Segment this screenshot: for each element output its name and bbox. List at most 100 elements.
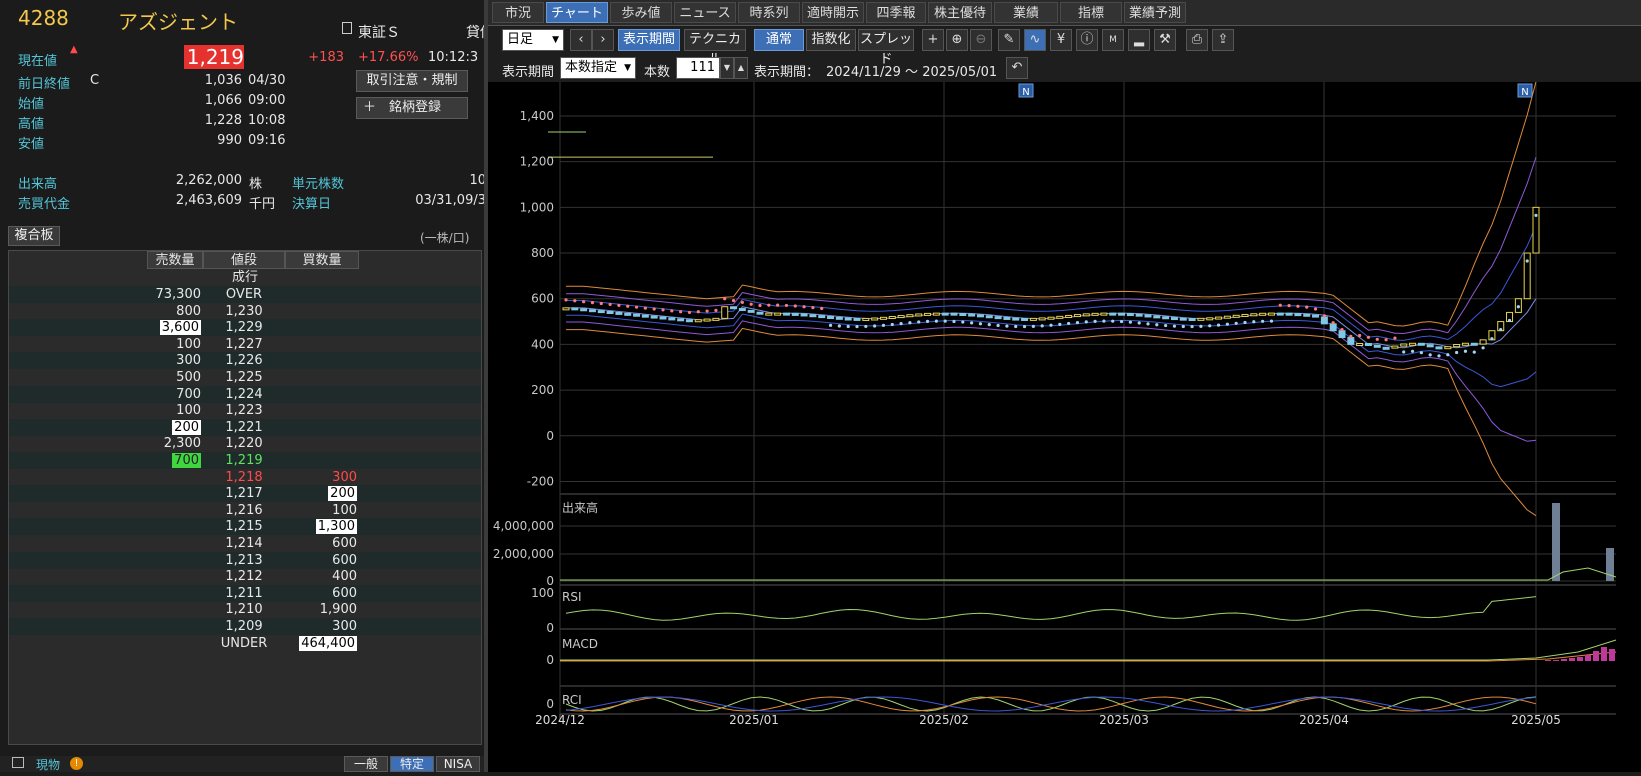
board-row[interactable]: 3,600 1,229	[9, 319, 481, 337]
board-row[interactable]: 100 1,223	[9, 402, 481, 419]
settings-wrench-icon[interactable]: ⚒	[1154, 29, 1176, 51]
board-row[interactable]: 73,300 OVER	[9, 286, 481, 303]
trade-caution-button[interactable]: 取引注意・規制	[356, 70, 468, 92]
parabolic-dot	[1190, 324, 1194, 329]
board-row[interactable]: UNDER 464,400	[9, 635, 481, 652]
technical-button[interactable]: テクニカル	[684, 29, 746, 67]
parabolic-dot	[1119, 319, 1124, 324]
chart-area[interactable]: 1,400 1,200 1,000 800 600 400 200 0 -200 2024/12 2…	[488, 81, 1641, 772]
board-buy-qty-value: 600	[332, 585, 357, 601]
tab-6[interactable]: 四季報	[866, 2, 926, 23]
board-row[interactable]: 1,213 600	[9, 551, 481, 569]
board-price-value: 1,225	[225, 370, 263, 385]
candle	[1232, 314, 1240, 318]
parabolic-dot	[1402, 350, 1406, 354]
pencil-icon[interactable]: ✎	[998, 29, 1020, 51]
candle	[659, 316, 667, 320]
volume-value: 2,262,000	[175, 173, 242, 188]
candle	[782, 312, 790, 316]
parabolic-dot	[626, 304, 630, 308]
board-row[interactable]: 100 1,227	[9, 336, 481, 353]
document-icon[interactable]	[342, 22, 352, 34]
board-row[interactable]: 300 1,226	[9, 352, 481, 370]
zoom-out-icon[interactable]: ⊖	[970, 29, 992, 51]
tab-9[interactable]: 指標	[1060, 2, 1122, 23]
board-row[interactable]: 1,212 400	[9, 568, 481, 585]
parabolic-dot	[934, 319, 938, 323]
candle	[941, 312, 949, 316]
board-row[interactable]: 1,209 300	[9, 618, 481, 635]
tab-7[interactable]: 株主優待	[928, 2, 992, 23]
board-title-button[interactable]: 複合板	[8, 226, 60, 246]
board-price: 1,211	[203, 585, 285, 602]
tab-1[interactable]: チャート	[546, 2, 608, 23]
parabolic-dot	[714, 308, 718, 312]
display-period-button[interactable]: 表示期間	[618, 29, 680, 51]
parabolic-dot	[952, 319, 956, 324]
yen-icon[interactable]: ¥	[1050, 29, 1072, 51]
board-price: 1,217	[203, 485, 285, 502]
index-button[interactable]: 指数化	[806, 29, 856, 51]
warning-icon[interactable]: !	[70, 757, 83, 770]
tab-nisa[interactable]: NISA	[436, 756, 480, 772]
board-buy-qty-value: 1,300	[315, 519, 357, 535]
tab-general[interactable]: 一般	[344, 756, 388, 772]
candle	[1206, 317, 1214, 321]
spread-button[interactable]: スプレッド	[858, 29, 914, 67]
board-row[interactable]: 1,215 1,300	[9, 518, 481, 536]
board-row[interactable]: 1,211 600	[9, 584, 481, 602]
candle	[1170, 317, 1178, 321]
range-select[interactable]: 本数指定 ▼	[560, 57, 636, 79]
parabolic-dot	[643, 306, 647, 310]
tab-5[interactable]: 適時開示	[802, 2, 864, 23]
board-row[interactable]: 800 1,230	[9, 303, 481, 320]
register-symbol-button[interactable]: ＋ 銘柄登録	[356, 97, 468, 119]
board-buy-qty	[285, 336, 357, 353]
bollinger-band-line	[566, 81, 1537, 327]
board-row[interactable]: 1,218 300	[9, 469, 481, 486]
order-board: 売数量 値段 買数量 成行 73,300 OVER 800 1,230 3,600 1,2…	[8, 250, 482, 745]
next-arrow-icon[interactable]: ›	[592, 29, 614, 51]
count-input[interactable]: 111	[676, 57, 720, 79]
board-sell-qty	[145, 518, 201, 535]
tab-2[interactable]: 歩み値	[610, 2, 672, 23]
line-chart-icon[interactable]: ∿	[1024, 29, 1046, 51]
parabolic-dot	[1534, 213, 1538, 217]
board-row[interactable]: 700 1,219	[9, 452, 481, 469]
board-row[interactable]: 1,217 200	[9, 485, 481, 503]
reset-icon[interactable]: ↶	[1006, 57, 1028, 79]
print-icon[interactable]: ⎙	[1186, 29, 1208, 51]
zoom-in-icon[interactable]: ⊕	[946, 29, 968, 51]
board-row[interactable]: 500 1,225	[9, 369, 481, 386]
candle	[703, 318, 711, 322]
crosshair-icon[interactable]: +	[922, 29, 944, 51]
my-chart-icon[interactable]: M	[1102, 29, 1124, 51]
volume-profile-icon[interactable]: ▂	[1128, 29, 1150, 51]
tab-8[interactable]: 業績	[994, 2, 1058, 23]
board-row[interactable]: 200 1,221	[9, 418, 481, 436]
normal-button[interactable]: 通常	[754, 29, 804, 51]
board-row[interactable]: 2,300 1,220	[9, 435, 481, 452]
tab-specific[interactable]: 特定	[390, 756, 434, 772]
board-row[interactable]: 700 1,224	[9, 385, 481, 403]
board-price-value: 1,224	[225, 386, 263, 402]
board-buy-qty-value: 400	[332, 569, 357, 585]
prev-arrow-icon[interactable]: ‹	[570, 29, 592, 51]
export-icon[interactable]: ⇪	[1212, 29, 1234, 51]
window-icon[interactable]	[12, 757, 24, 768]
tab-4[interactable]: 時系列	[738, 2, 800, 23]
tab-0[interactable]: 市況	[492, 2, 544, 23]
board-market-order: 成行	[231, 270, 258, 285]
tab-10[interactable]: 業績予測	[1124, 2, 1186, 23]
price-chart[interactable]: 1,400 1,200 1,000 800 600 400 200 0 -200 2024/12 2…	[488, 81, 1641, 772]
board-row[interactable]: 1,210 1,900	[9, 601, 481, 618]
count-up-icon[interactable]: ▲	[734, 57, 748, 79]
board-row[interactable]: 1,216 100	[9, 502, 481, 519]
info-icon[interactable]: ⓘ	[1076, 29, 1098, 51]
board-row[interactable]: 1,214 600	[9, 535, 481, 552]
parabolic-dot	[1243, 320, 1247, 325]
board-sell-qty	[145, 618, 201, 635]
period-select[interactable]: 日足 ▼	[502, 29, 564, 51]
count-down-icon[interactable]: ▼	[720, 57, 734, 79]
tab-3[interactable]: ニュース	[674, 2, 736, 23]
